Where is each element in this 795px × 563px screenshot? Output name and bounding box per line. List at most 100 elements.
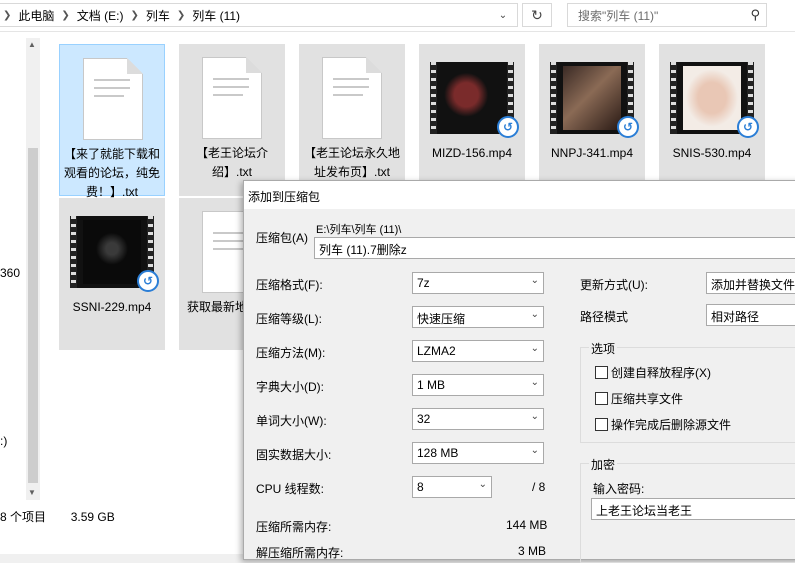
- pathmode-select[interactable]: 相对路径: [706, 304, 795, 326]
- cpu-select[interactable]: 8 ⌄: [412, 476, 492, 498]
- level-label: 压缩等级(L):: [256, 312, 323, 326]
- archive-label: 压缩包(A): [256, 231, 308, 245]
- dict-label: 字典大小(D):: [256, 380, 324, 394]
- player-badge-icon: ↺: [137, 270, 159, 292]
- search-placeholder: 搜索"列车 (11)": [578, 8, 659, 23]
- options-group: 选项 创建自释放程序(X) 压缩共享文件 操作完成后删除源文件: [580, 340, 795, 443]
- mem-decomp-label: 解压缩所需内存:: [256, 546, 344, 560]
- checkbox-box[interactable]: [595, 366, 608, 379]
- chevron-down-icon: ⌄: [530, 309, 539, 320]
- text-file-icon: [310, 50, 394, 145]
- pathmode-value: 相对路径: [711, 310, 760, 324]
- method-select[interactable]: LZMA2 ⌄: [412, 340, 544, 362]
- word-select[interactable]: 32 ⌄: [412, 408, 544, 430]
- text-file-icon: [71, 51, 155, 146]
- mem-decomp-value: 3 MB: [518, 544, 547, 558]
- file-item[interactable]: 【老王论坛永久地址发布页】.txt: [299, 44, 405, 196]
- scroll-up-icon[interactable]: ▲: [28, 40, 36, 49]
- file-name: 【来了就能下载和观看的论坛，纯免费！】.txt: [63, 147, 160, 199]
- solid-select[interactable]: 128 MB ⌄: [412, 442, 544, 464]
- method-label: 压缩方法(M):: [256, 346, 326, 360]
- nav-item-text[interactable]: 360: [0, 266, 20, 280]
- chevron-right-icon: ❯: [176, 9, 186, 21]
- search-icon: ⚲: [750, 7, 760, 22]
- total-size: 3.59 GB: [70, 510, 115, 524]
- refresh-icon[interactable]: ↻: [522, 3, 552, 27]
- taskbar-strip: [0, 528, 260, 554]
- word-value: 32: [417, 412, 431, 426]
- chevron-down-icon: ⌄: [530, 377, 539, 388]
- encryption-group: 加密 输入密码: 上老王论坛当老王: [580, 456, 795, 563]
- checkbox-label: 操作完成后删除源文件: [611, 418, 732, 432]
- breadcrumb-current[interactable]: 列车 (11): [189, 7, 243, 24]
- format-label: 压缩格式(F):: [256, 278, 323, 292]
- file-item[interactable]: 【老王论坛介绍】.txt: [179, 44, 285, 196]
- text-file-icon: [190, 50, 274, 145]
- chevron-down-icon: ⌄: [530, 343, 539, 354]
- method-value: LZMA2: [417, 344, 456, 358]
- file-name: NNPJ-341.mp4: [550, 146, 634, 160]
- password-label: 输入密码:: [593, 482, 645, 496]
- chevron-right-icon: ❯: [61, 9, 70, 21]
- format-select[interactable]: 7z ⌄: [412, 272, 544, 294]
- password-field[interactable]: 上老王论坛当老王: [591, 498, 795, 520]
- cpu-label: CPU 线程数:: [256, 482, 325, 496]
- cpu-total: / 8: [532, 480, 546, 494]
- create-sfx-checkbox[interactable]: 创建自释放程序(X): [595, 364, 711, 381]
- breadcrumb-folder[interactable]: 列车: [143, 7, 173, 24]
- word-label: 单词大小(W):: [256, 414, 327, 428]
- dict-select[interactable]: 1 MB ⌄: [412, 374, 544, 396]
- chevron-down-icon: ⌄: [530, 411, 539, 422]
- update-value: 添加并替换文件: [711, 278, 795, 292]
- file-item[interactable]: ↺ MIZD-156.mp4: [419, 44, 525, 196]
- file-item[interactable]: 【来了就能下载和观看的论坛，纯免费！】.txt: [59, 44, 165, 199]
- chevron-down-icon: ⌄: [530, 275, 539, 286]
- solid-value: 128 MB: [417, 446, 459, 460]
- player-badge-icon: ↺: [497, 116, 519, 138]
- add-to-archive-dialog: 添加到压缩包 压缩包(A) E:\列车\列车 (11)\ 列车 (11).7删除…: [243, 180, 795, 563]
- player-badge-icon: ↺: [737, 116, 759, 138]
- dialog-title: 添加到压缩包: [244, 181, 795, 209]
- file-name: MIZD-156.mp4: [431, 146, 513, 160]
- checkbox-box[interactable]: [595, 418, 608, 431]
- update-label: 更新方式(U):: [580, 278, 648, 292]
- chevron-right-icon: ❯: [130, 9, 139, 21]
- scrollbar[interactable]: ▲ ▼: [26, 38, 40, 500]
- chevron-right-icon: ❯: [3, 9, 12, 21]
- file-item[interactable]: ↺ NNPJ-341.mp4: [539, 44, 645, 196]
- scrollbar-thumb[interactable]: [28, 148, 38, 483]
- cpu-value: 8: [417, 480, 424, 494]
- checkbox-label: 创建自释放程序(X): [611, 366, 711, 380]
- file-name: 【老王论坛永久地址发布页】.txt: [303, 146, 400, 179]
- player-badge-icon: ↺: [617, 116, 639, 138]
- search-input[interactable]: 搜索"列车 (11)" ⚲: [567, 3, 767, 27]
- file-item[interactable]: ↺ SNIS-530.mp4: [659, 44, 765, 196]
- breadcrumb[interactable]: ❯ 此电脑 ❯ 文档 (E:) ❯ 列车 ❯ 列车 (11): [0, 3, 518, 27]
- address-bar: ❯ 此电脑 ❯ 文档 (E:) ❯ 列车 ❯ 列车 (11) ⌄ ↻ 搜索"列车…: [0, 0, 795, 32]
- chevron-down-icon[interactable]: ⌄: [490, 3, 516, 27]
- mem-comp-label: 压缩所需内存:: [256, 520, 332, 534]
- level-value: 快速压缩: [417, 312, 466, 326]
- solid-label: 固实数据大小:: [256, 448, 332, 462]
- scroll-down-icon[interactable]: ▼: [28, 488, 36, 497]
- breadcrumb-drive[interactable]: 文档 (E:): [74, 7, 127, 24]
- nav-item-text[interactable]: :): [0, 434, 7, 448]
- encryption-title: 加密: [589, 456, 618, 473]
- checkbox-box[interactable]: [595, 392, 608, 405]
- level-select[interactable]: 快速压缩 ⌄: [412, 306, 544, 328]
- file-name: 【老王论坛介绍】.txt: [195, 146, 268, 179]
- update-select[interactable]: 添加并替换文件: [706, 272, 795, 294]
- delete-after-checkbox[interactable]: 操作完成后删除源文件: [595, 416, 731, 433]
- chevron-down-icon: ⌄: [478, 479, 487, 490]
- compress-shared-checkbox[interactable]: 压缩共享文件: [595, 390, 683, 407]
- chevron-down-icon: ⌄: [530, 445, 539, 456]
- options-title: 选项: [589, 340, 618, 357]
- dict-value: 1 MB: [417, 378, 446, 392]
- file-item[interactable]: ↺ SSNI-229.mp4: [59, 198, 165, 350]
- archive-path: E:\列车\列车 (11)\: [316, 224, 402, 236]
- archive-name-field[interactable]: 列车 (11).7删除z: [314, 237, 795, 259]
- breadcrumb-this-pc[interactable]: 此电脑: [15, 7, 57, 24]
- mem-comp-value: 144 MB: [506, 518, 548, 532]
- pathmode-label: 路径模式: [580, 310, 629, 324]
- file-name: SSNI-229.mp4: [72, 300, 152, 314]
